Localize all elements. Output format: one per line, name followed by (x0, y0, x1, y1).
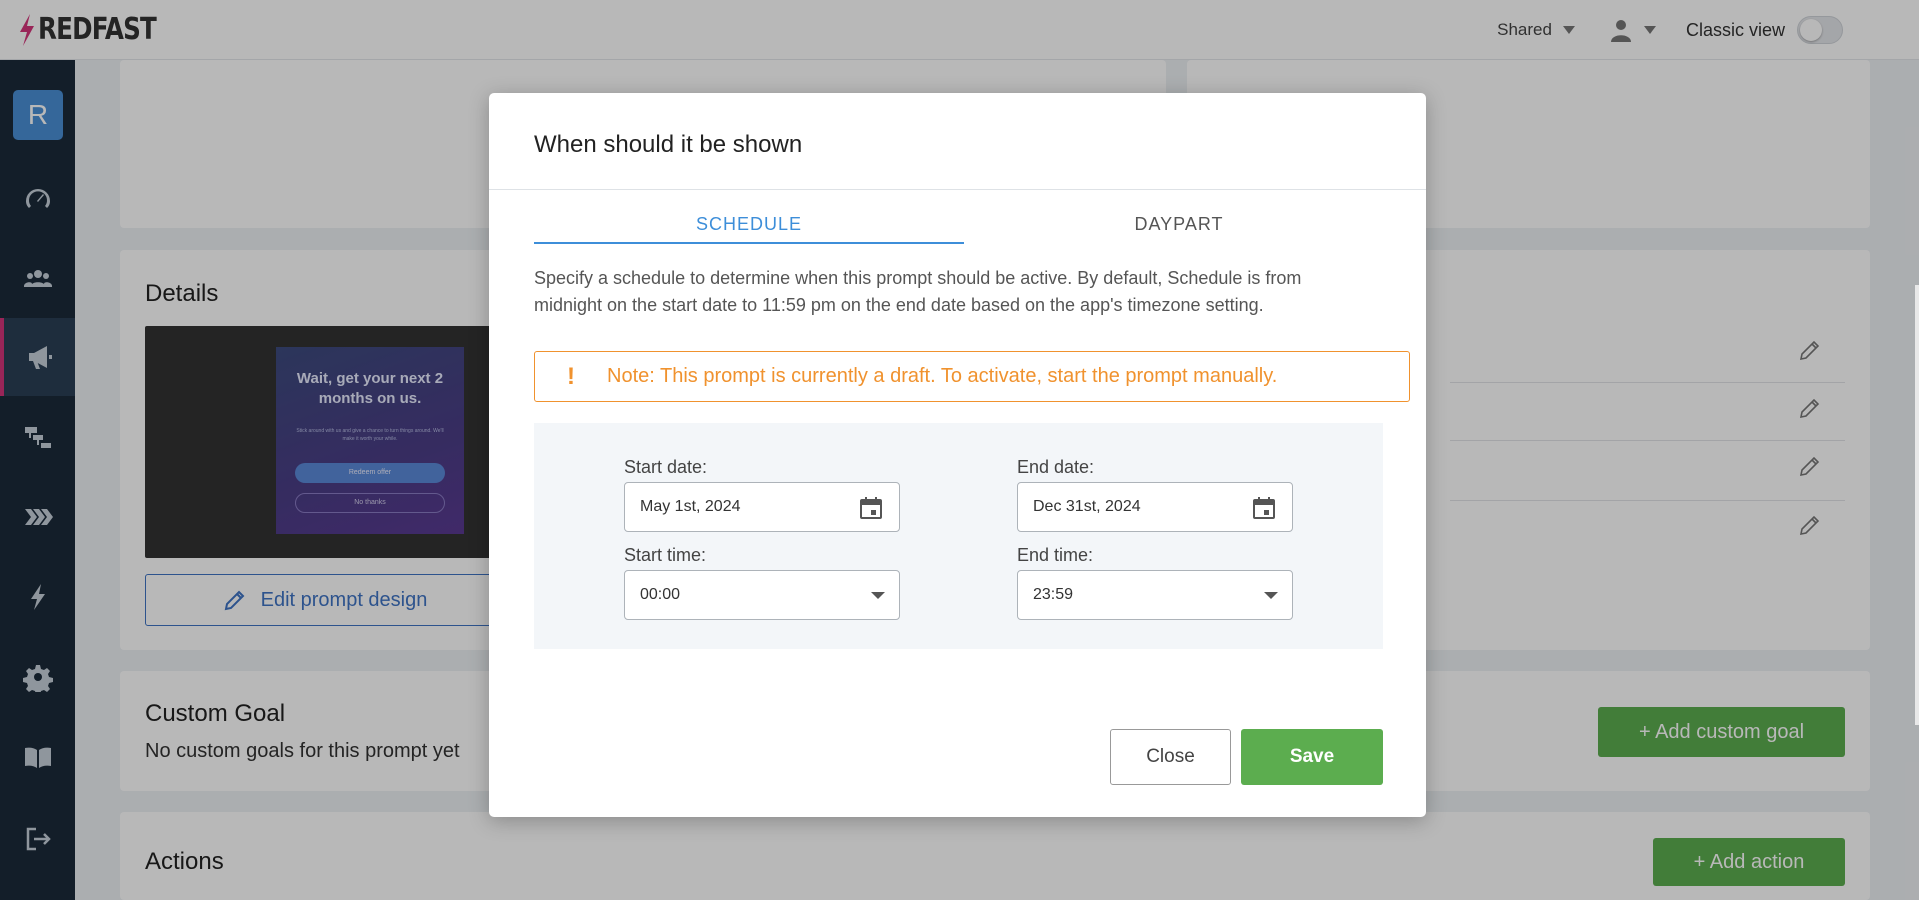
start-time-value: 00:00 (640, 586, 681, 603)
tab-daypart[interactable]: DAYPART (964, 204, 1394, 244)
chevron-down-icon (1264, 592, 1278, 599)
start-time-label: Start time: (624, 545, 707, 565)
start-date-input[interactable]: May 1st, 2024 (624, 482, 900, 532)
start-time-select[interactable]: 00:00 (624, 570, 900, 620)
start-date-value: May 1st, 2024 (640, 498, 741, 515)
draft-note: ! Note: This prompt is currently a draft… (534, 351, 1410, 402)
end-time-value: 23:59 (1033, 586, 1074, 603)
divider (489, 189, 1426, 190)
end-date-value: Dec 31st, 2024 (1033, 498, 1141, 515)
tab-schedule[interactable]: SCHEDULE (534, 204, 964, 244)
end-date-label: End date: (1017, 457, 1095, 477)
close-button[interactable]: Close (1110, 729, 1231, 785)
calendar-icon[interactable] (858, 495, 884, 521)
end-time-label: End time: (1017, 545, 1094, 565)
scrollbar[interactable] (1915, 285, 1919, 725)
schedule-description: Specify a schedule to determine when thi… (534, 268, 1302, 315)
end-date-input[interactable]: Dec 31st, 2024 (1017, 482, 1293, 532)
modal-title: When should it be shown (534, 131, 803, 158)
warning-icon: ! (567, 362, 575, 390)
schedule-modal: When should it be shown SCHEDULE DAYPART… (489, 93, 1426, 817)
draft-note-text: Note: This prompt is currently a draft. … (607, 365, 1278, 387)
chevron-down-icon (871, 592, 885, 599)
save-button[interactable]: Save (1241, 729, 1383, 785)
start-date-label: Start date: (624, 457, 708, 477)
end-time-select[interactable]: 23:59 (1017, 570, 1293, 620)
calendar-icon[interactable] (1251, 495, 1277, 521)
schedule-form: Start date: May 1st, 2024 End date: Dec … (534, 423, 1383, 649)
